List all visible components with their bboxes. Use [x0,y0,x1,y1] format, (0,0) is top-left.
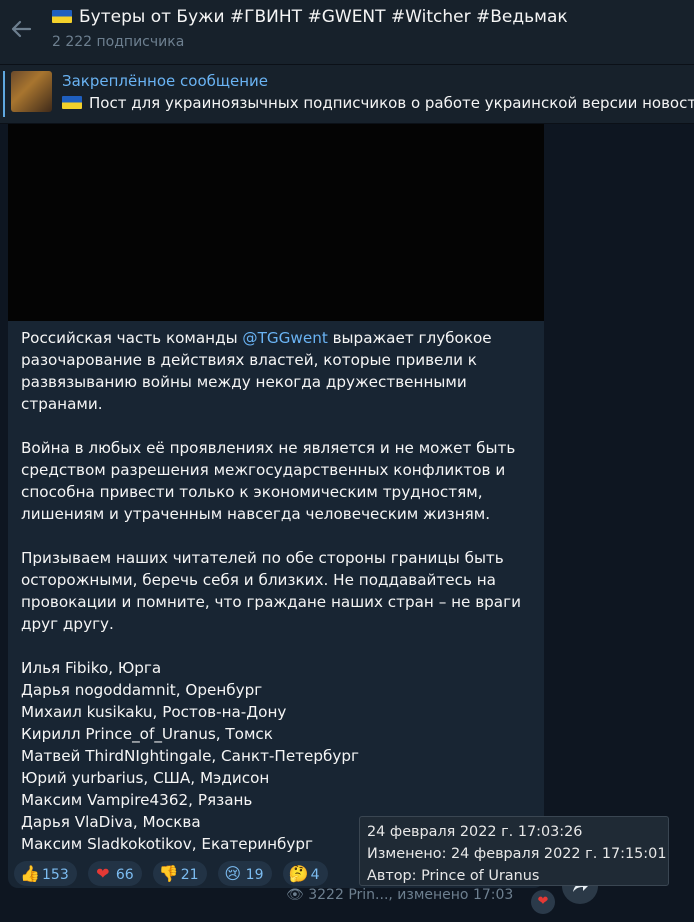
timestamp-tooltip: 24 февраля 2022 г. 17:03:26 Изменено: 24… [359,816,669,886]
channel-title-text: Бутеры от Бужи #ГВИНТ #GWENT #Witcher #В… [79,7,568,27]
signature-line: Кирилл Prince_of_Uranus, Томск [21,725,273,743]
signature-line: Максим Vampire4362, Рязань [21,791,253,809]
tooltip-edited: Изменено: 24 февраля 2022 г. 17:15:01 [367,846,667,862]
message-paragraph: Война в любых её проявлениях не является… [21,439,516,523]
tooltip-author: Автор: Prince of Uranus [367,868,540,884]
tooltip-date: 24 февраля 2022 г. 17:03:26 [367,824,583,840]
signature-line: Илья Fibiko, Юрга [21,659,162,677]
signature-line: Матвей ThirdNIghtingale, Санкт-Петербург [21,747,359,765]
pinned-text: Пост для украиноязычных подписчиков о ра… [62,94,694,112]
pinned-thumbnail [11,71,52,112]
subscriber-count: 2 222 подписчика [52,34,185,50]
reactions-row: 👍 153 ❤ 66 👎 21 😢 19 🤔 4 [14,861,334,888]
message-paragraph: Призываем наших читателей по обе стороны… [21,549,521,633]
thinking-face-icon: 🤔 [288,864,309,883]
mention-link[interactable]: @TGGwent [242,329,327,347]
reaction-count: 66 [115,867,134,883]
text-span: Российская часть команды [21,329,243,347]
reaction-thinking[interactable]: 🤔 4 [282,861,328,886]
reaction-count: 19 [245,867,264,883]
message-text: Российская часть команды @TGGwent выража… [21,327,531,855]
thumbs-up-icon: 👍 [20,864,40,883]
reaction-thumbs-up[interactable]: 👍 153 [14,861,77,886]
message-paragraph: Российская часть команды @TGGwent выража… [21,327,531,415]
back-arrow-icon[interactable] [10,18,32,40]
heart-icon: ❤ [96,864,110,883]
signature-line: Юрий yurbarius, США, Мэдисон [21,769,270,787]
reaction-heart[interactable]: ❤ 66 [87,861,142,886]
message-bubble: Российская часть команды @TGGwent выража… [8,321,544,888]
channel-title[interactable]: Бутеры от Бужи #ГВИНТ #GWENT #Witcher #В… [52,7,568,27]
signature-line: Дарья nogoddamnit, Оренбург [21,681,263,699]
reaction-thumbs-down[interactable]: 👎 21 [152,861,207,886]
pinned-indicator [3,71,5,117]
crying-face-icon: 😢 [224,864,242,883]
view-count: 3222 [308,887,344,903]
pinned-title: Закреплённое сообщение [62,72,269,90]
chat-header: Бутеры от Бужи #ГВИНТ #GWENT #Witcher #В… [0,0,694,65]
ukraine-flag-icon [52,10,72,23]
message-media[interactable] [8,124,544,321]
signature-line: Михаил kusikaku, Ростов-на-Дону [21,703,287,721]
thumbs-down-icon: 👎 [158,864,179,883]
pinned-text-content: Пост для украиноязычных подписчиков о ра… [89,94,694,112]
reaction-count: 21 [180,867,199,883]
author-edited: Prin..., изменено 17:03 [348,887,514,903]
eye-icon: 👁 [286,887,304,903]
pinned-message-bar[interactable]: Закреплённое сообщение Пост для украиноя… [0,65,694,124]
ukraine-flag-icon [62,96,82,109]
message-meta: 👁 3222 Prin..., изменено 17:03 [286,887,513,903]
reaction-count: 153 [42,867,69,883]
my-reaction-heart-icon: ❤ [531,890,555,914]
reaction-crying[interactable]: 😢 19 [217,861,272,886]
reaction-count: 4 [310,867,320,883]
